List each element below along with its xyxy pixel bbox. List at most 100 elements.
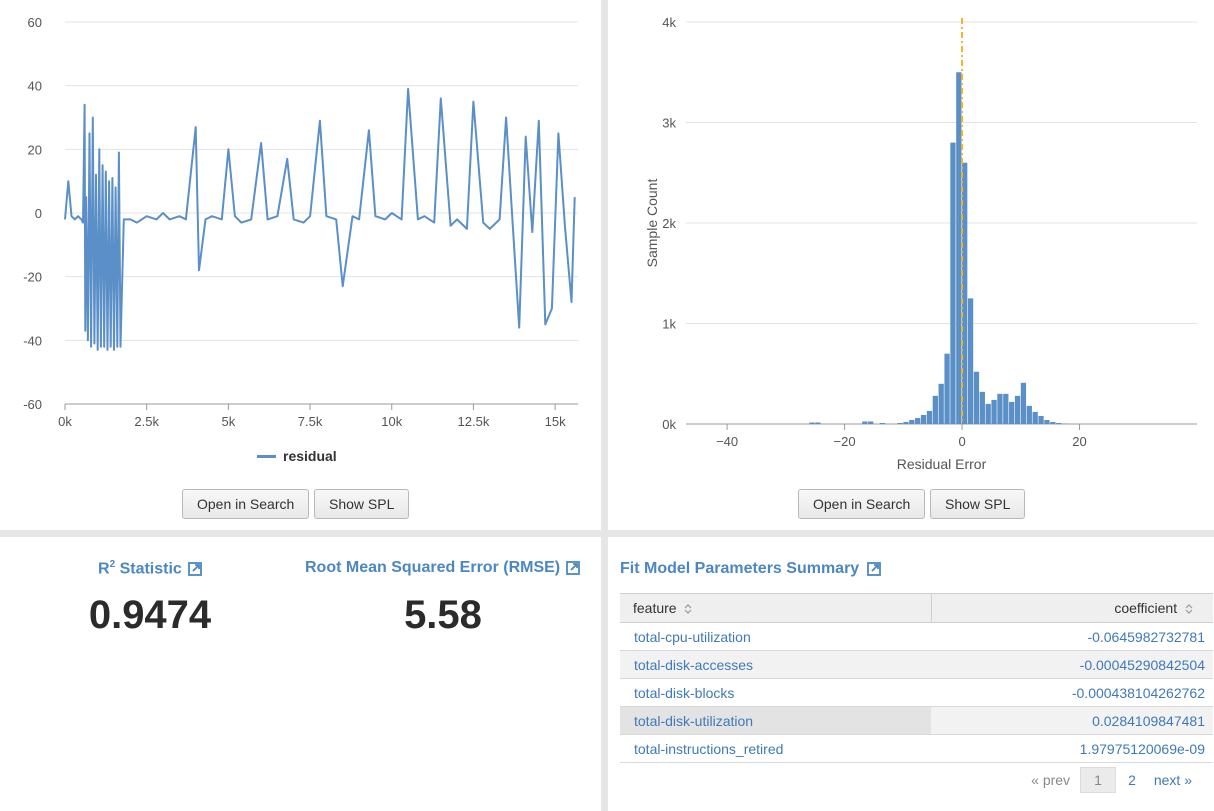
y-tick-label: -60 [23, 397, 42, 412]
histogram-bar [1014, 395, 1021, 424]
residual-histogram-panel: 0k 1k 2k 3k 4k −40 −20 0 20 Residual Error Sample … [608, 0, 1214, 530]
residual-series-line [64, 87, 576, 351]
residual-histogram-chart[interactable]: 0k 1k 2k 3k 4k −40 −20 0 20 Residual Error Sample … [608, 0, 1214, 480]
x-tick-label: 15k [545, 414, 566, 429]
y-tick-label: 2k [662, 216, 676, 231]
sort-icon [685, 604, 692, 615]
open-in-search-button[interactable]: Open in Search [182, 489, 310, 519]
legend-label: residual [283, 448, 337, 464]
parameters-table: feature coefficient total-cpu-utilizatio… [620, 593, 1213, 763]
y-tick-label: 4k [662, 15, 676, 30]
histogram-bar [879, 422, 886, 424]
column-header-feature[interactable]: feature [620, 593, 932, 623]
external-link-icon[interactable] [867, 562, 882, 576]
feature-cell[interactable]: total-cpu-utilization [620, 622, 931, 651]
histogram-bar [1038, 415, 1044, 424]
show-spl-button[interactable]: Show SPL [930, 489, 1026, 519]
open-in-search-button[interactable]: Open in Search [798, 489, 926, 519]
y-tick-label: 3k [662, 116, 676, 131]
histogram-bar [997, 393, 1003, 424]
coefficient-cell[interactable]: 1.97975120069e-09 [931, 734, 1213, 763]
histogram-bar [932, 395, 938, 424]
x-tick-label: 0k [58, 414, 72, 429]
y-tick-label: 60 [28, 15, 42, 30]
histogram-bar [1003, 393, 1009, 424]
y-tick-label: 40 [28, 79, 42, 94]
histogram-bar [926, 410, 933, 424]
histogram-bar [1032, 411, 1038, 424]
parameters-title-text: Fit Model Parameters Summary [620, 560, 860, 577]
histogram-bar [809, 422, 815, 424]
histogram-bar [815, 422, 821, 424]
x-tick-label: −20 [834, 434, 856, 449]
y-tick-label: -40 [23, 333, 42, 348]
feature-cell[interactable]: total-disk-utilization [620, 706, 931, 735]
y-tick-label: -20 [23, 270, 42, 285]
x-tick-label: 2.5k [134, 414, 159, 429]
legend-swatch [257, 454, 276, 458]
histogram-bar [973, 371, 980, 424]
table-row[interactable]: total-disk-blocks -0.000438104262762 [620, 678, 1213, 707]
coefficient-cell[interactable]: -0.000438104262762 [931, 678, 1213, 707]
rmse-title-text: Root Mean Squared Error (RMSE) [305, 559, 561, 576]
parameters-title[interactable]: Fit Model Parameters Summary [620, 560, 882, 578]
histogram-bar [1044, 419, 1050, 424]
histogram-bar [956, 72, 962, 424]
column-header-coefficient[interactable]: coefficient [931, 593, 1213, 623]
r2-statistic-value: 0.9474 [88, 593, 212, 637]
pagination-page-2[interactable]: 2 [1128, 772, 1136, 788]
table-row[interactable]: total-disk-utilization 0.0284109847481 [620, 706, 1213, 735]
coefficient-cell[interactable]: 0.0284109847481 [931, 706, 1213, 735]
histogram-bar [897, 422, 903, 424]
table-row[interactable]: total-disk-accesses -0.00045290842504 [620, 650, 1213, 679]
histogram-bar [938, 383, 944, 424]
histogram-bar [979, 391, 985, 424]
pagination-next[interactable]: next » [1154, 772, 1192, 788]
pagination-prev[interactable]: « prev [1031, 772, 1070, 788]
table-row[interactable]: total-cpu-utilization -0.0645982732781 [620, 622, 1213, 651]
x-tick-label: 0 [958, 434, 965, 449]
rmse-title[interactable]: Root Mean Squared Error (RMSE) [305, 559, 581, 577]
y-axis-title: Sample Count [644, 179, 660, 268]
fit-model-parameters-panel: Fit Model Parameters Summary feature coe… [608, 537, 1214, 811]
y-tick-label: 1k [662, 317, 676, 332]
histogram-bar [920, 414, 927, 424]
histogram-bar [950, 142, 956, 424]
column-header-label: feature [633, 600, 677, 616]
coefficient-cell[interactable]: -0.00045290842504 [931, 650, 1213, 679]
show-spl-button[interactable]: Show SPL [314, 489, 410, 519]
external-link-icon[interactable] [566, 561, 581, 575]
y-tick-label: 0k [662, 417, 676, 432]
external-link-icon[interactable] [187, 561, 202, 576]
histogram-bar [1056, 422, 1062, 424]
histogram-bar [1026, 405, 1032, 424]
x-tick-label: −40 [716, 434, 738, 449]
sort-icon [1185, 604, 1193, 615]
histogram-bar [944, 353, 950, 424]
histogram-bar [1020, 382, 1027, 424]
x-tick-label: 20 [1072, 434, 1086, 449]
pagination-current-page[interactable]: 1 [1080, 767, 1117, 793]
y-tick-label: 20 [28, 142, 42, 157]
feature-cell[interactable]: total-disk-accesses [620, 650, 931, 679]
histogram-bar [991, 399, 997, 424]
histogram-bar [1009, 401, 1015, 424]
coefficient-cell[interactable]: -0.0645982732781 [931, 622, 1213, 651]
r2-title-text: R2 Statistic [98, 559, 182, 578]
statistics-panel: R2 Statistic 0.9474 Root Mean Squared Er… [0, 537, 601, 811]
rmse-value: 5.58 [404, 593, 482, 637]
x-axis-title: Residual Error [897, 456, 987, 472]
histogram-bar [909, 419, 915, 424]
r2-statistic-title[interactable]: R2 Statistic [98, 559, 202, 578]
chart-legend[interactable]: residual [257, 448, 337, 464]
feature-cell[interactable]: total-instructions_retired [620, 734, 931, 763]
histogram-bar [985, 403, 991, 424]
histogram-bar [903, 421, 909, 424]
histogram-bar [862, 421, 868, 424]
x-tick-label: 10k [381, 414, 402, 429]
x-tick-label: 7.5k [298, 414, 323, 429]
feature-cell[interactable]: total-disk-blocks [620, 678, 931, 707]
table-row[interactable]: total-instructions_retired 1.97975120069… [620, 734, 1213, 763]
histogram-bar [1050, 421, 1056, 424]
residual-line-chart[interactable]: -60 -40 -20 0 20 40 60 0k 2.5k 5k 7.5k 10k 12.5k 15k [0, 0, 601, 440]
